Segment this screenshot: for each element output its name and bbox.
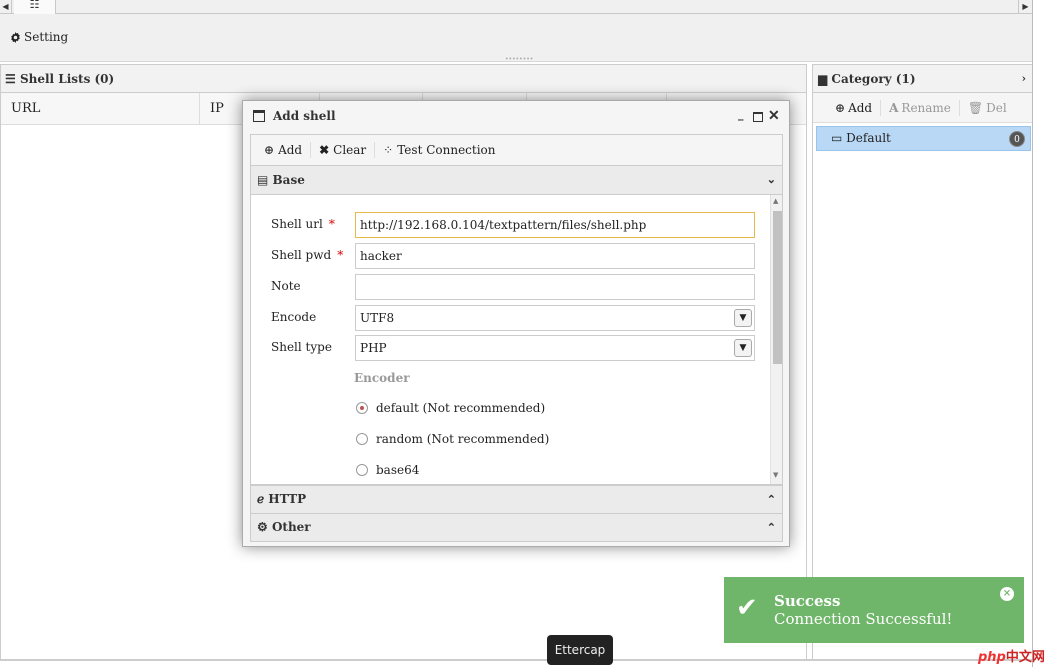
globe-icon: ℯ — [257, 492, 265, 506]
base-section-header[interactable]: ▤ Base ⌄ — [250, 166, 783, 195]
toast-message: Connection Successful! — [774, 610, 953, 628]
vertical-scrollbar[interactable]: ▲ ▼ — [770, 195, 782, 484]
base-section-label: Base — [272, 173, 305, 187]
close-icon[interactable]: × — [1000, 587, 1014, 601]
note-input[interactable] — [355, 274, 755, 300]
count-badge: 0 — [1009, 131, 1025, 147]
x-icon: ✖ — [319, 143, 330, 157]
close-icon[interactable]: ✕ — [768, 108, 780, 124]
shell-url-label: Shell url * — [271, 217, 335, 231]
shell-type-label: Shell type — [271, 340, 332, 354]
scroll-up-arrow-icon[interactable]: ▲ — [773, 197, 778, 205]
scroll-down-arrow-icon[interactable]: ▼ — [773, 471, 778, 479]
delete-category-button[interactable]: 🗑 Del — [960, 101, 1015, 115]
chevron-up-icon: ⌃ — [766, 521, 776, 534]
window-icon — [253, 110, 265, 122]
other-section-header[interactable]: ⚙ Other ⌃ — [250, 513, 783, 542]
chevron-down-icon: ▼ — [734, 339, 752, 357]
dialog-toolbar: ⊕ Add ✖ Clear ⁘ Test Connection — [250, 134, 783, 166]
watermark-cn: 中文网 — [1005, 650, 1045, 665]
folder-icon: ▆ — [818, 72, 828, 86]
toast-title: Success — [774, 592, 841, 610]
check-icon: ✔ — [736, 593, 758, 623]
other-section-label: Other — [271, 520, 311, 534]
shell-url-input[interactable]: http://192.168.0.104/textpattern/files/s… — [355, 212, 755, 238]
category-item-label: Default — [846, 131, 891, 145]
radio-encoder-random[interactable] — [356, 433, 368, 445]
encoder-label: Encoder — [354, 371, 410, 385]
encode-select[interactable]: UTF8 ▼ — [355, 305, 755, 331]
delete-category-label: Del — [986, 100, 1007, 115]
required-mark: * — [328, 217, 335, 231]
category-toolbar: ⊕ Add A Rename 🗑 Del — [813, 93, 1032, 123]
dialog-title: Add shell — [243, 101, 789, 131]
shell-type-select[interactable]: PHP ▼ — [355, 335, 755, 361]
add-category-label: Add — [848, 100, 873, 115]
scrollbar-thumb[interactable] — [773, 211, 782, 364]
collapse-panel-icon[interactable]: › — [1022, 65, 1026, 93]
watermark-logo: php中文网 — [978, 649, 1058, 667]
shell-list-title: Shell Lists (0) — [19, 72, 115, 86]
radio-label-random: random (Not recommended) — [376, 432, 550, 446]
plus-circle-icon: ⊕ — [264, 143, 275, 157]
chevron-down-icon: ▼ — [734, 309, 752, 327]
clear-label: Clear — [333, 143, 367, 157]
minimize-icon[interactable]: _ — [738, 108, 744, 121]
shell-list-header: ☰ Shell Lists (0) — [1, 65, 806, 93]
spinner-icon: ⁘ — [383, 143, 394, 157]
column-header-url[interactable]: URL — [1, 93, 200, 125]
required-mark: * — [337, 248, 344, 262]
radio-label-default: default (Not recommended) — [376, 401, 546, 415]
gear-icon — [11, 31, 20, 43]
add-category-button[interactable]: ⊕ Add — [827, 101, 880, 115]
add-shell-dialog: Add shell _ ✕ ⊕ Add ✖ Clear ⁘ Test Conne… — [242, 100, 790, 547]
category-title: Category (1) — [831, 72, 916, 86]
plus-circle-icon: ⊕ — [835, 100, 846, 115]
rename-category-label: Rename — [901, 100, 951, 115]
setting-label: Setting — [24, 30, 69, 44]
grid-tab-icon[interactable]: ☷ — [14, 0, 56, 14]
category-header: ▆ Category (1) › — [813, 65, 1032, 93]
note-label: Note — [271, 279, 301, 293]
list-icon: ☰ — [5, 72, 16, 86]
http-section-label: HTTP — [268, 492, 307, 506]
setting-button[interactable]: Setting — [10, 30, 68, 44]
radio-encoder-base64[interactable] — [356, 464, 368, 476]
success-toast: ✔ Success Connection Successful! × — [724, 577, 1024, 643]
tab-strip: ◀ ☷ ▶ — [0, 0, 1032, 14]
shell-pwd-input[interactable]: hacker — [355, 243, 755, 269]
category-item-default[interactable]: ▭ Default 0 — [816, 126, 1031, 151]
desktop-background — [1033, 0, 1058, 667]
main-toolbar: Setting •••••••• — [0, 14, 1032, 63]
splitter-handle[interactable]: •••••••• — [505, 57, 533, 63]
encode-label: Encode — [271, 310, 317, 324]
file-icon: ▤ — [257, 173, 269, 187]
shell-type-value: PHP — [360, 341, 387, 355]
scroll-left-arrow-icon[interactable]: ◀ — [0, 0, 12, 14]
chevron-up-icon: ⌃ — [766, 493, 776, 506]
rename-category-button[interactable]: A Rename — [881, 101, 959, 115]
gears-icon: ⚙ — [257, 520, 268, 534]
add-button[interactable]: ⊕ Add — [256, 143, 310, 157]
encode-value: UTF8 — [360, 311, 395, 325]
chevron-down-icon: ⌄ — [766, 173, 776, 186]
radio-encoder-default[interactable] — [356, 402, 368, 414]
maximize-icon[interactable] — [753, 112, 763, 122]
http-section-header[interactable]: ℯ HTTP ⌃ — [250, 485, 783, 514]
add-label: Add — [278, 143, 303, 157]
clear-button[interactable]: ✖ Clear — [311, 143, 374, 157]
radio-label-base64: base64 — [376, 463, 420, 477]
category-panel: ▆ Category (1) › ⊕ Add A Rename 🗑 Del ▭ … — [812, 64, 1033, 660]
folder-open-icon: ▭ — [831, 131, 843, 145]
trash-icon: 🗑 — [967, 100, 984, 115]
taskbar-tooltip: Ettercap — [547, 635, 613, 665]
font-icon: A — [889, 100, 899, 115]
scroll-right-arrow-icon[interactable]: ▶ — [1018, 0, 1032, 14]
status-bar-line — [0, 659, 1032, 661]
watermark-php: php — [978, 650, 1006, 665]
shell-pwd-label: Shell pwd * — [271, 248, 344, 262]
test-connection-label: Test Connection — [397, 143, 496, 157]
test-connection-button[interactable]: ⁘ Test Connection — [375, 143, 503, 157]
base-section-body: Shell url * http://192.168.0.104/textpatt… — [250, 195, 783, 485]
